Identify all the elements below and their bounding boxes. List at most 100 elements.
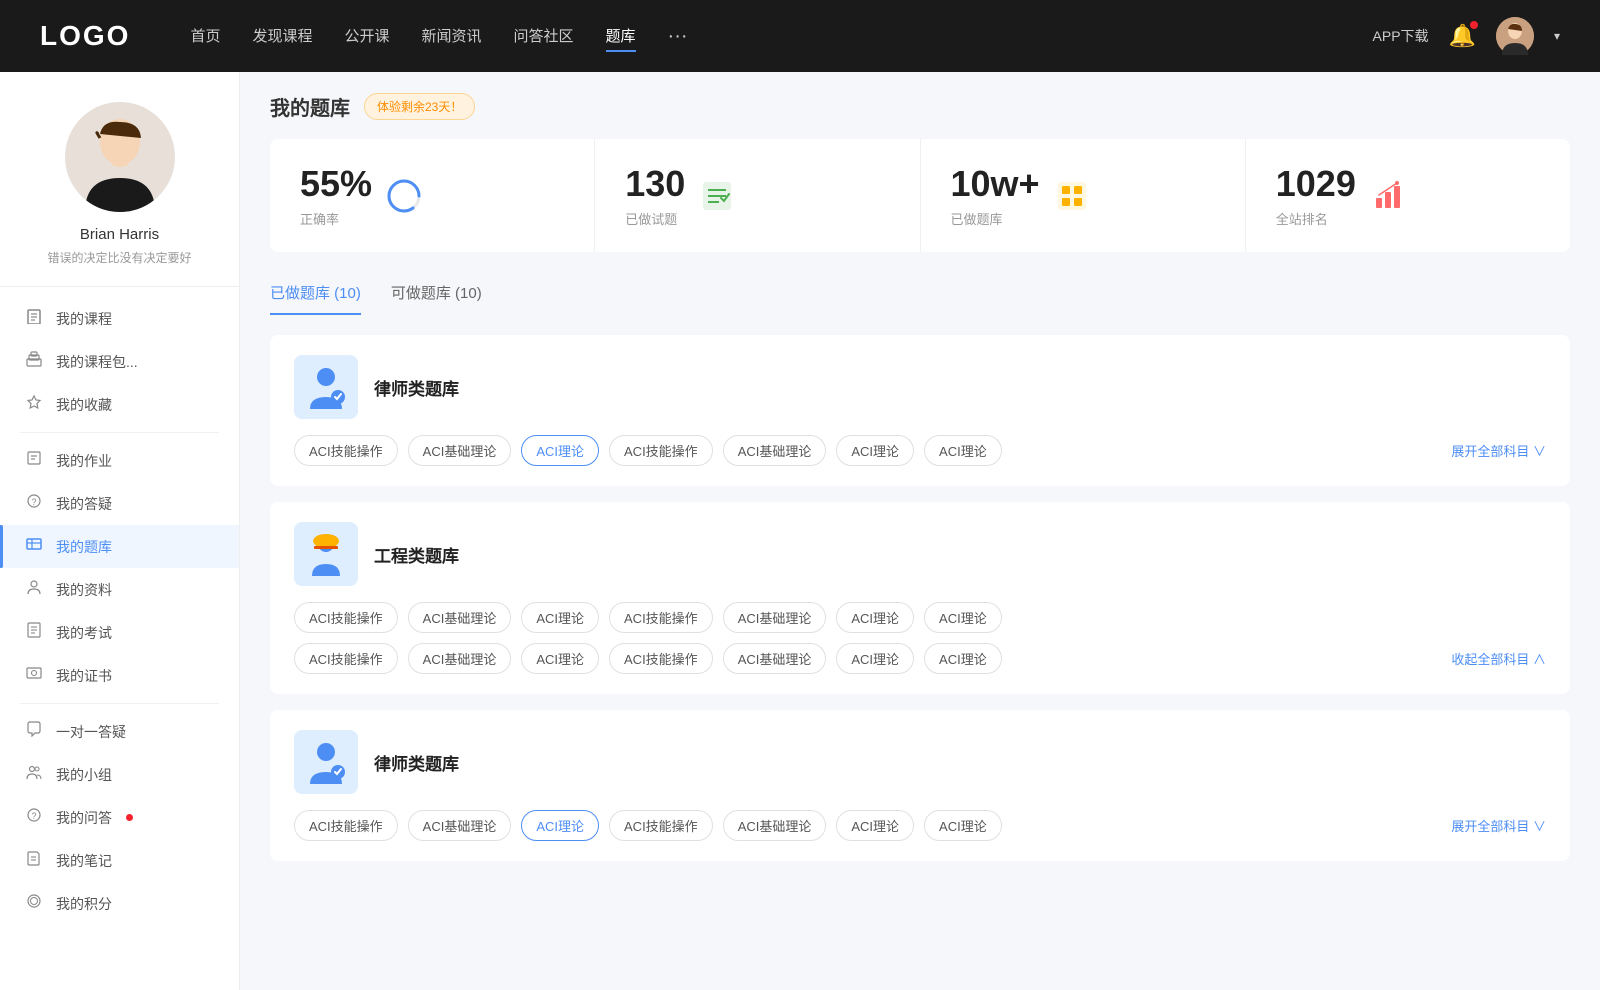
- collapse-link-2[interactable]: 收起全部科目 ∧: [1451, 649, 1546, 668]
- trial-badge: 体验剩余23天！: [364, 93, 475, 120]
- points-icon: [24, 893, 44, 914]
- bank-title-3: 律师类题库: [374, 750, 459, 775]
- sidebar-item-courses[interactable]: 我的课程: [0, 297, 239, 340]
- tag-2-6[interactable]: ACI理论: [836, 602, 914, 633]
- tab-done-banks[interactable]: 已做题库 (10): [270, 272, 361, 315]
- expand-link-1[interactable]: 展开全部科目 ∨: [1451, 441, 1546, 460]
- nav-link-bank[interactable]: 题库: [606, 21, 636, 52]
- avatar[interactable]: [1496, 17, 1534, 55]
- notes-icon: [24, 850, 44, 871]
- stats-row: 55% 正确率 130 已做试题: [270, 139, 1570, 252]
- exam-icon: [24, 622, 44, 643]
- sidebar-item-questions[interactable]: ? 我的答疑: [0, 482, 239, 525]
- sidebar-item-notes[interactable]: 我的笔记: [0, 839, 239, 882]
- tag-2-5[interactable]: ACI基础理论: [723, 602, 827, 633]
- packages-icon: [24, 351, 44, 372]
- tag-1-7[interactable]: ACI理论: [924, 435, 1002, 466]
- nav-more[interactable]: ···: [668, 21, 688, 52]
- tag-2-10[interactable]: ACI理论: [521, 643, 599, 674]
- tag-2-14[interactable]: ACI理论: [924, 643, 1002, 674]
- stat-done-questions-content: 130 已做试题: [625, 163, 685, 228]
- profile-name: Brian Harris: [80, 226, 159, 243]
- bank-avatar-2: [294, 522, 358, 586]
- layout: Brian Harris 错误的决定比没有决定要好 我的课程: [0, 72, 1600, 990]
- nav-link-home[interactable]: 首页: [190, 21, 220, 52]
- sidebar-label-tutoring: 一对一答疑: [56, 722, 126, 742]
- sidebar-item-favorites[interactable]: 我的收藏: [0, 383, 239, 426]
- bank-title-1: 律师类题库: [374, 375, 459, 400]
- tag-3-6[interactable]: ACI理论: [836, 810, 914, 841]
- expand-link-3[interactable]: 展开全部科目 ∨: [1451, 816, 1546, 835]
- tag-1-5[interactable]: ACI基础理论: [723, 435, 827, 466]
- stat-accuracy-content: 55% 正确率: [300, 163, 372, 228]
- tag-1-1[interactable]: ACI技能操作: [294, 435, 398, 466]
- tag-1-2[interactable]: ACI基础理论: [408, 435, 512, 466]
- sidebar-item-group[interactable]: 我的小组: [0, 753, 239, 796]
- tag-2-2[interactable]: ACI基础理论: [408, 602, 512, 633]
- stat-ranking-label: 全站排名: [1276, 209, 1356, 228]
- tag-2-12[interactable]: ACI基础理论: [723, 643, 827, 674]
- tag-2-11[interactable]: ACI技能操作: [609, 643, 713, 674]
- nav-link-news[interactable]: 新闻资讯: [422, 21, 482, 52]
- tag-2-7[interactable]: ACI理论: [924, 602, 1002, 633]
- sidebar-item-packages[interactable]: 我的课程包...: [0, 340, 239, 383]
- nav-chevron-icon[interactable]: ▾: [1554, 29, 1560, 43]
- svg-text:?: ?: [31, 497, 36, 507]
- tag-2-1[interactable]: ACI技能操作: [294, 602, 398, 633]
- bank-avatar-1: [294, 355, 358, 419]
- nav-link-qa[interactable]: 问答社区: [514, 21, 574, 52]
- stat-done-number: 130: [625, 163, 685, 205]
- stat-done-label: 已做试题: [625, 209, 685, 228]
- stat-ranking-content: 1029 全站排名: [1276, 163, 1356, 228]
- done-banks-icon: [1054, 178, 1090, 214]
- navbar: LOGO 首页 发现课程 公开课 新闻资讯 问答社区 题库 ··· APP下载 …: [0, 0, 1600, 72]
- sidebar-item-certificate[interactable]: 我的证书: [0, 654, 239, 697]
- divider-2: [20, 703, 219, 704]
- nav-link-discover[interactable]: 发现课程: [252, 21, 312, 52]
- sidebar-item-homework[interactable]: 我的作业: [0, 439, 239, 482]
- group-icon: [24, 764, 44, 785]
- profile-icon: [24, 579, 44, 600]
- sidebar-item-points[interactable]: 我的积分: [0, 882, 239, 925]
- sidebar-item-profile[interactable]: 我的资料: [0, 568, 239, 611]
- nav-logo[interactable]: LOGO: [40, 20, 130, 52]
- tag-2-3[interactable]: ACI理论: [521, 602, 599, 633]
- stat-banks-label: 已做题库: [951, 209, 1040, 228]
- tag-3-2[interactable]: ACI基础理论: [408, 810, 512, 841]
- stat-ranking-number: 1029: [1276, 163, 1356, 205]
- tag-1-3[interactable]: ACI理论: [521, 435, 599, 466]
- tag-2-4[interactable]: ACI技能操作: [609, 602, 713, 633]
- tag-2-13[interactable]: ACI理论: [836, 643, 914, 674]
- tag-1-4[interactable]: ACI技能操作: [609, 435, 713, 466]
- stat-accuracy: 55% 正确率: [270, 139, 595, 252]
- sidebar-item-bank[interactable]: 我的题库: [0, 525, 239, 568]
- tag-1-6[interactable]: ACI理论: [836, 435, 914, 466]
- sidebar-item-tutoring[interactable]: 一对一答疑: [0, 710, 239, 753]
- tag-3-3[interactable]: ACI理论: [521, 810, 599, 841]
- bell-button[interactable]: 🔔: [1449, 23, 1476, 49]
- tag-2-8[interactable]: ACI技能操作: [294, 643, 398, 674]
- profile-bio: 错误的决定比没有决定要好: [47, 249, 191, 266]
- nav-link-open[interactable]: 公开课: [344, 21, 389, 52]
- tab-available-banks[interactable]: 可做题库 (10): [391, 272, 482, 315]
- tag-2-9[interactable]: ACI基础理论: [408, 643, 512, 674]
- sidebar-label-group: 我的小组: [56, 765, 112, 785]
- app-download-button[interactable]: APP下载: [1373, 26, 1429, 46]
- tag-3-1[interactable]: ACI技能操作: [294, 810, 398, 841]
- svg-text:?: ?: [31, 811, 36, 821]
- sidebar-label-myqa: 我的问答: [56, 808, 112, 828]
- stat-done-banks-content: 10w+ 已做题库: [951, 163, 1040, 228]
- questions-icon: ?: [24, 493, 44, 514]
- tag-3-5[interactable]: ACI基础理论: [723, 810, 827, 841]
- sidebar-item-exam[interactable]: 我的考试: [0, 611, 239, 654]
- tag-3-7[interactable]: ACI理论: [924, 810, 1002, 841]
- favorites-icon: [24, 394, 44, 415]
- page-title: 我的题库: [270, 92, 350, 121]
- sidebar-item-myqa[interactable]: ? 我的问答: [0, 796, 239, 839]
- stat-accuracy-number: 55%: [300, 163, 372, 205]
- sidebar-menu: 我的课程 我的课程包... 我的收藏: [0, 287, 239, 935]
- nav-links: 首页 发现课程 公开课 新闻资讯 问答社区 题库 ···: [190, 21, 1332, 52]
- bank-card-1: 律师类题库 ACI技能操作 ACI基础理论 ACI理论 ACI技能操作 ACI基…: [270, 335, 1570, 486]
- tag-3-4[interactable]: ACI技能操作: [609, 810, 713, 841]
- bank-tags-2-row2: ACI技能操作 ACI基础理论 ACI理论 ACI技能操作 ACI基础理论 AC…: [294, 643, 1546, 674]
